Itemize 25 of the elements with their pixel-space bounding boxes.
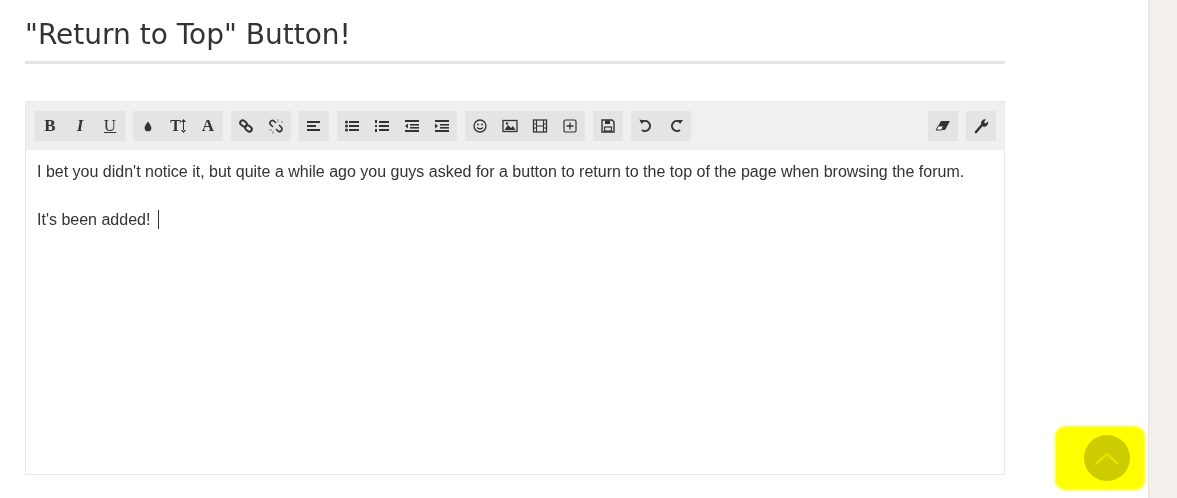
align-left-icon (306, 118, 322, 134)
italic-button[interactable]: I (65, 111, 95, 141)
editor-text: It's been added! (37, 208, 993, 232)
wrench-icon (973, 118, 989, 134)
plus-box-icon (562, 118, 578, 134)
image-icon (502, 118, 518, 134)
smiley-icon (472, 118, 488, 134)
up-down-arrow-icon (180, 119, 186, 133)
numbered-list-icon (374, 118, 390, 134)
chevron-up-icon (1095, 451, 1119, 465)
redo-icon (668, 118, 684, 134)
bold-button[interactable]: B (35, 111, 65, 141)
link-icon (238, 118, 254, 134)
bullet-list-icon (344, 118, 360, 134)
outdent-icon (404, 118, 420, 134)
font-button[interactable]: A (193, 111, 223, 141)
editor-text: I bet you didn't notice it, but quite a while ago you guys asked for a button to return to the top of the page when browsing the forum. (37, 162, 966, 182)
indent-icon (434, 118, 450, 134)
film-icon (532, 118, 548, 134)
unlink-icon (268, 118, 284, 134)
underline-button[interactable]: U (95, 111, 125, 141)
font-size-button[interactable]: T (163, 111, 193, 141)
page-title: "Return to Top" Button! (25, 18, 1005, 64)
eraser-icon (935, 118, 951, 134)
undo-icon (638, 118, 654, 134)
